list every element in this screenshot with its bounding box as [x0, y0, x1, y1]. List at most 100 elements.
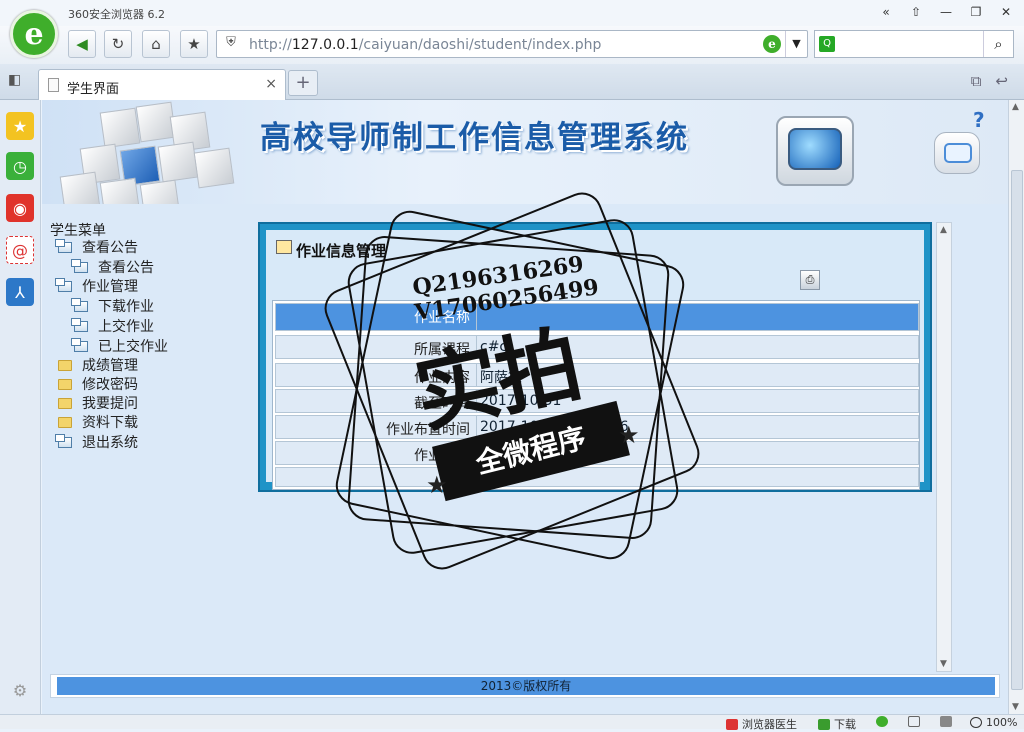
document-icon	[48, 78, 59, 92]
chevron-down-icon[interactable]: ▼	[785, 31, 807, 57]
weibo-icon[interactable]: ◉	[6, 194, 34, 222]
skin-icon[interactable]: ⇧	[902, 2, 930, 22]
downloads[interactable]: 下载	[818, 716, 856, 732]
panel-title: 作业信息管理	[296, 242, 387, 260]
search-icon[interactable]: ⌕	[983, 31, 1013, 57]
window-controls: « ⇧ — ❐ ✕	[872, 2, 1020, 22]
folder-icon	[58, 359, 72, 371]
table-row: 作业下载 点击下载	[275, 441, 919, 465]
menu-item-view-announcements[interactable]: 查看公告	[71, 258, 154, 276]
gear-icon[interactable]: ⚙	[6, 676, 34, 704]
cell-divider	[476, 416, 477, 438]
window-status[interactable]	[908, 716, 920, 727]
printer-icon[interactable]: ⎙	[800, 270, 820, 290]
folder-icon	[58, 378, 72, 390]
robot-face	[944, 143, 972, 163]
edit-icon	[276, 240, 292, 254]
address-bar[interactable]: ⛨ http://127.0.0.1/caiyuan/daoshi/studen…	[216, 30, 808, 58]
nav-bar: ◀ ↻ ⌂ ★ ⛨ http://127.0.0.1/caiyuan/daosh…	[0, 26, 1024, 64]
row-value: 点击下载	[480, 445, 536, 465]
tab-student[interactable]: 学生界面 ×	[38, 69, 286, 100]
mail-icon[interactable]: @	[6, 236, 34, 264]
row-value: 2017-10-31	[480, 393, 562, 409]
window-icon	[908, 716, 920, 727]
help-question-icon: ?	[973, 108, 985, 132]
scroll-down-icon[interactable]: ▼	[940, 659, 947, 669]
app-title: 360安全浏览器 6.2	[68, 8, 165, 21]
menu-item-label: 已上交作业	[98, 339, 168, 355]
cell-divider	[476, 442, 477, 464]
restore-icon[interactable]: ❐	[962, 2, 990, 22]
inner-scrollbar[interactable]: ▲ ▼	[936, 222, 952, 672]
menu-item-label: 成绩管理	[82, 358, 138, 374]
menu-item-label: 修改密码	[82, 377, 138, 393]
row-label: 截至时间	[414, 396, 470, 412]
search-engine-icon[interactable]: Q	[819, 36, 835, 52]
banner-title: 高校导师制工作信息管理系统	[260, 120, 689, 156]
menu-item-announcements[interactable]: 查看公告	[55, 238, 138, 256]
home-icon[interactable]: ⌂	[142, 30, 170, 58]
menu-item-resources[interactable]: 资料下载	[58, 413, 138, 431]
url-prefix: http://	[249, 37, 292, 53]
history-clock-icon[interactable]: ◷	[6, 152, 34, 180]
refresh-icon[interactable]: ↻	[104, 30, 132, 58]
app-icon[interactable]: ⅄	[6, 278, 34, 306]
ie-mode-icon[interactable]: e	[763, 35, 781, 53]
folder-icon	[58, 416, 72, 428]
status-label: 浏览器医生	[742, 718, 797, 731]
collapse-icon[interactable]: «	[872, 2, 900, 22]
table-row	[275, 467, 919, 487]
page-footer: 2013©版权所有	[50, 674, 1000, 698]
url-path: /caiyuan/daoshi/student/index.php	[358, 37, 602, 53]
scrollbar-thumb[interactable]	[1011, 170, 1023, 690]
menu-item-submit-homework[interactable]: 上交作业	[71, 317, 154, 335]
address-url[interactable]: http://127.0.0.1/caiyuan/daoshi/student/…	[249, 37, 601, 53]
window-icon	[71, 337, 88, 352]
favorite-star-icon[interactable]: ★	[180, 30, 208, 58]
tab-tools: ⧉ ↩	[971, 72, 1008, 90]
menu-item-logout[interactable]: 退出系统	[55, 433, 138, 451]
page-scrollbar[interactable]: ▲ ▼	[1008, 100, 1024, 714]
menu-item-label: 作业管理	[82, 279, 138, 295]
new-tab-button[interactable]: +	[288, 70, 318, 96]
window-icon	[55, 238, 72, 253]
scroll-up-icon[interactable]: ▲	[1012, 102, 1019, 112]
search-box[interactable]: Q ⌕	[814, 30, 1014, 58]
scroll-down-icon[interactable]: ▼	[1012, 702, 1019, 712]
homework-table: 作业名称 所属课程 c#c 作业内容 阿萨德 截至时间 2017-10-31 作业布置…	[272, 300, 920, 490]
close-icon[interactable]: ✕	[992, 2, 1020, 22]
table-row: 作业布置时间 2017-10-15 21:52:06	[275, 415, 919, 439]
panel-inner: 作业信息管理 ⎙ 作业名称 所属课程 c#c 作业内容 阿萨德 截至时间 2017-1…	[266, 230, 924, 490]
zoom-level: 100%	[986, 716, 1018, 729]
close-icon[interactable]: ×	[265, 76, 277, 92]
restore-tabs-icon[interactable]: ⧉	[971, 72, 982, 90]
menu-item-submitted-homework[interactable]: 已上交作业	[71, 337, 168, 355]
sidebar-toggle-icon[interactable]: ◧	[8, 72, 21, 88]
favorites-star-icon[interactable]: ★	[6, 112, 34, 140]
ie-status[interactable]	[876, 716, 888, 727]
zoom[interactable]: 100%	[970, 716, 1017, 729]
menu-item-ask-question[interactable]: 我要提问	[58, 394, 138, 412]
table-row: 作业内容 阿萨德	[275, 363, 919, 387]
cube-decoration	[99, 177, 141, 204]
back-arrow-icon[interactable]: ◀	[68, 30, 96, 58]
menu-item-homework[interactable]: 作业管理	[55, 277, 138, 295]
cube-decoration	[193, 147, 235, 189]
window-icon	[71, 297, 88, 312]
minimize-icon[interactable]: —	[932, 2, 960, 22]
browser-doctor[interactable]: 浏览器医生	[726, 716, 797, 732]
row-label: 作业名称	[414, 310, 470, 326]
folder-icon	[58, 397, 72, 409]
undo-close-icon[interactable]: ↩	[995, 72, 1008, 90]
cube-decoration	[59, 171, 101, 204]
menu-item-change-password[interactable]: 修改密码	[58, 375, 138, 393]
scroll-up-icon[interactable]: ▲	[940, 225, 947, 235]
volume[interactable]	[940, 716, 952, 727]
menu-item-download-homework[interactable]: 下载作业	[71, 297, 154, 315]
url-host: 127.0.0.1	[291, 37, 359, 53]
logo-letter: e	[24, 16, 44, 52]
menu-item-grades[interactable]: 成绩管理	[58, 356, 138, 374]
row-label: 作业内容	[414, 370, 470, 386]
download-link[interactable]: 点击下载	[480, 448, 536, 464]
row-label: 作业下载	[414, 448, 470, 464]
